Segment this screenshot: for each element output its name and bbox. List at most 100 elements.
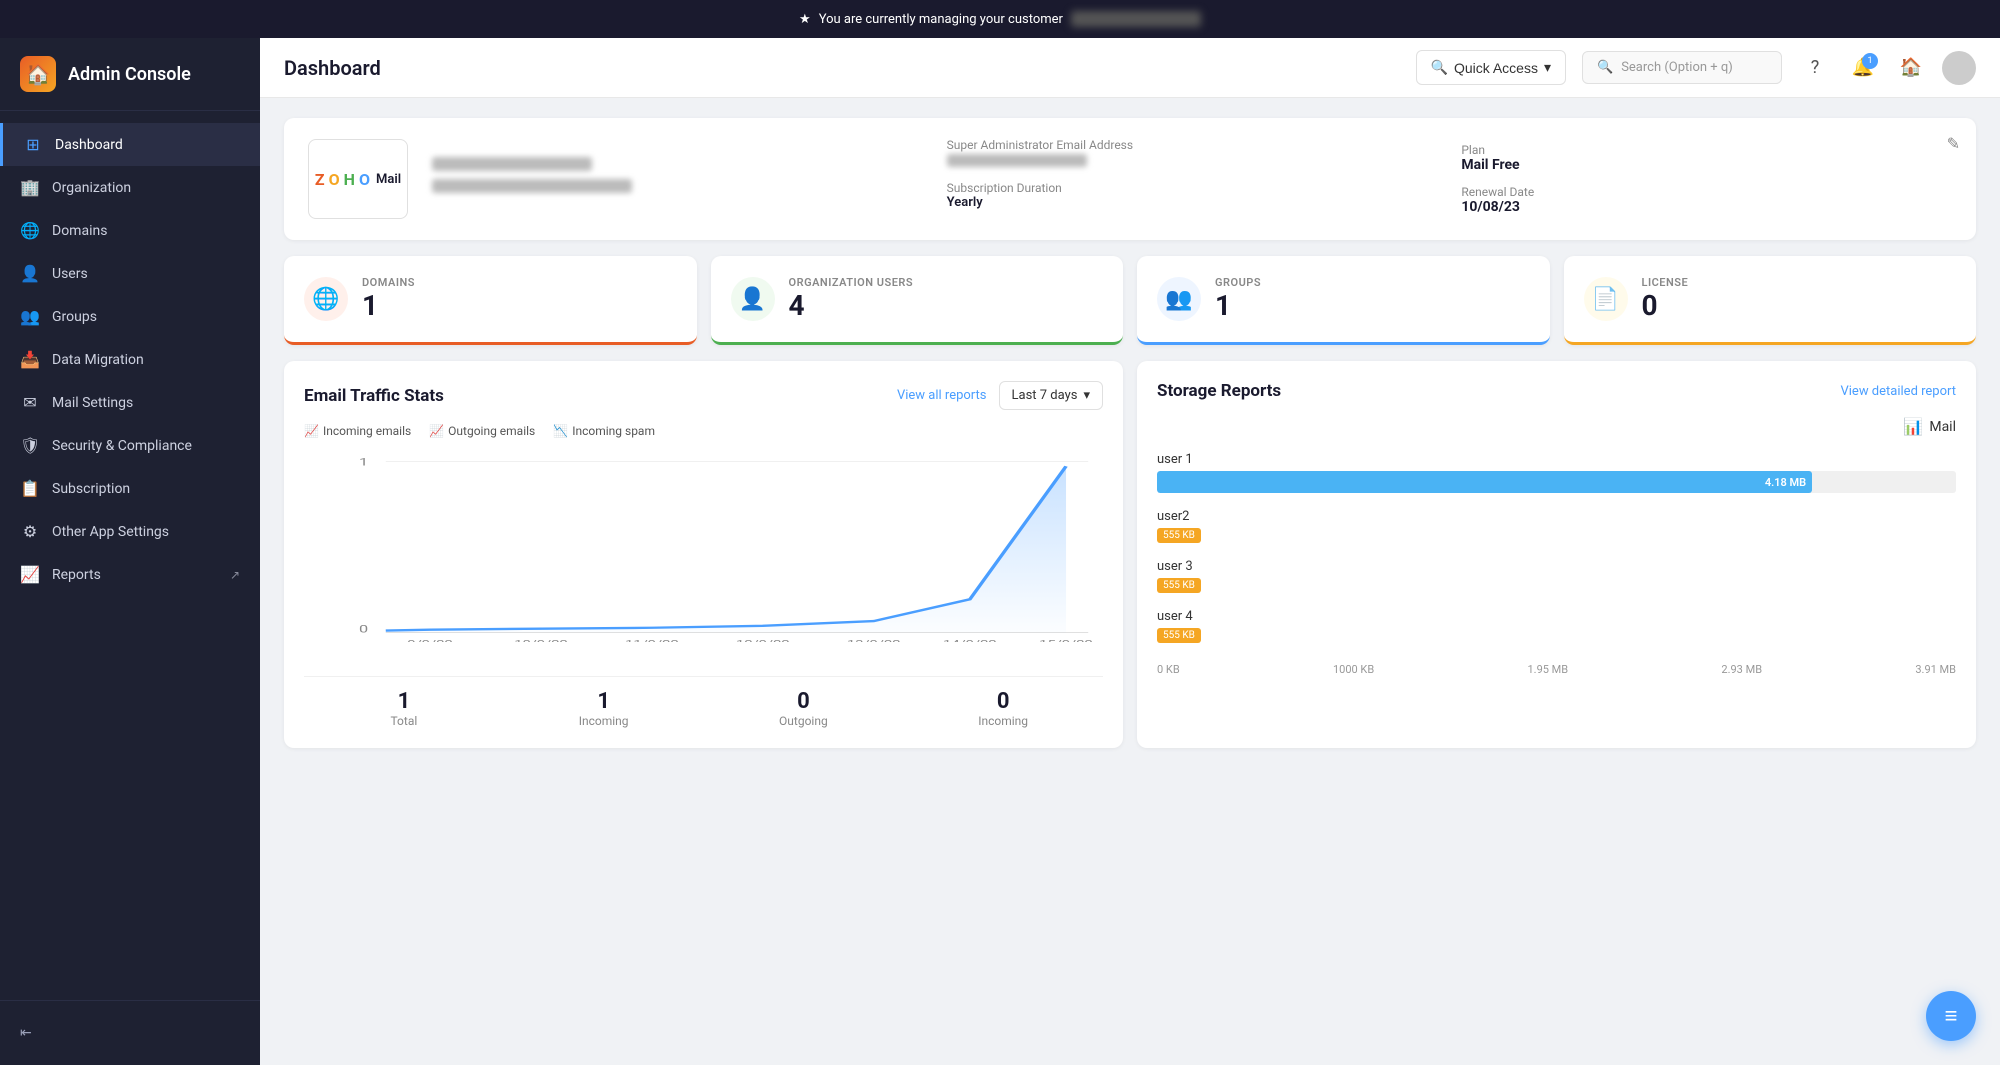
view-all-reports-link[interactable]: View all reports <box>897 388 987 403</box>
avatar[interactable] <box>1942 51 1976 85</box>
fab-button[interactable]: ≡ <box>1926 991 1976 1041</box>
stat-card-groups[interactable]: 👥 GROUPS 1 <box>1137 256 1550 345</box>
legend-incoming: 📈 Incoming emails <box>304 424 411 438</box>
reports-icon: 📈 <box>20 565 40 584</box>
sidebar-item-domains[interactable]: 🌐 Domains <box>0 209 260 252</box>
view-detail-link[interactable]: View detailed report <box>1840 384 1956 399</box>
license-value: 0 <box>1642 289 1689 322</box>
user-2-label: user2 <box>1157 509 1956 524</box>
search-box[interactable]: 🔍 Search (Option + q) <box>1582 51 1782 84</box>
sidebar-header: 🏠 Admin Console <box>0 38 260 111</box>
renewal-label: Renewal Date <box>1461 185 1952 199</box>
search-placeholder: Search (Option + q) <box>1621 60 1733 75</box>
period-label: Last 7 days <box>1012 388 1078 403</box>
search-icon: 🔍 <box>1597 60 1613 75</box>
svg-text:0: 0 <box>359 623 368 635</box>
home-icon: 🏠 <box>1900 57 1922 78</box>
svg-text:14/9/22: 14/9/22 <box>943 638 997 642</box>
domains-value: 1 <box>362 289 415 322</box>
sidebar-item-label: Security & Compliance <box>52 438 192 454</box>
user-3-label: user 3 <box>1157 559 1956 574</box>
svg-text:13/9/22: 13/9/22 <box>847 638 901 642</box>
stat-incoming: 1 Incoming <box>504 689 704 728</box>
stat-incoming-label: Incoming <box>504 714 704 728</box>
user-4-label: user 4 <box>1157 609 1956 624</box>
sidebar-item-users[interactable]: 👤 Users <box>0 252 260 295</box>
org-card: ZOHO Mail Super Administrator Email Addr… <box>284 118 1976 240</box>
svg-text:1: 1 <box>359 456 368 468</box>
sidebar-item-reports[interactable]: 📈 Reports ↗ <box>0 553 260 596</box>
domains-icon: 🌐 <box>20 221 40 240</box>
sidebar-item-dashboard[interactable]: ⊞ Dashboard <box>0 123 260 166</box>
chart-legend: 📈 Incoming emails 📈 Outgoing emails 📉 In… <box>304 424 1103 438</box>
sidebar-logo-icon: 🏠 <box>20 56 56 92</box>
org-logo: ZOHO Mail <box>308 139 408 219</box>
sidebar-item-label: Groups <box>52 309 97 325</box>
sidebar-item-other-app[interactable]: ⚙ Other App Settings <box>0 510 260 553</box>
sidebar-item-label: Data Migration <box>52 352 144 368</box>
sidebar-item-subscription[interactable]: 📋 Subscription <box>0 467 260 510</box>
sidebar-item-organization[interactable]: 🏢 Organization <box>0 166 260 209</box>
stat-card-license[interactable]: 📄 LICENSE 0 <box>1564 256 1977 345</box>
sidebar-title: Admin Console <box>68 64 191 85</box>
stats-row: 🌐 DOMAINS 1 👤 ORGANIZATION USERS 4 👥 <box>284 256 1976 345</box>
storage-x-axis: 0 KB 1000 KB 1.95 MB 2.93 MB 3.91 MB <box>1157 663 1956 676</box>
stat-card-domains[interactable]: 🌐 DOMAINS 1 <box>284 256 697 345</box>
period-selector[interactable]: Last 7 days ▾ <box>999 381 1104 410</box>
super-admin-email-blur <box>947 154 1087 167</box>
stat-total: 1 Total <box>304 689 504 728</box>
charts-row: Email Traffic Stats View all reports Las… <box>284 361 1976 748</box>
user-4-value: 555 KB <box>1157 628 1201 643</box>
chart-svg: 1 0 9/9/22 10/9/22 11/9/22 12/9/22 13/9/… <box>334 452 1103 642</box>
user-2-value: 555 KB <box>1157 528 1201 543</box>
main-header: Dashboard 🔍 Quick Access ▾ 🔍 Search (Opt… <box>260 38 2000 98</box>
stat-incoming-value: 1 <box>504 689 704 714</box>
collapse-button[interactable]: ⇤ <box>0 1013 260 1053</box>
users-label: ORGANIZATION USERS <box>789 276 914 289</box>
sidebar-item-label: Organization <box>52 180 131 196</box>
license-stat-icon: 📄 <box>1584 277 1628 321</box>
chevron-down-icon: ▾ <box>1083 388 1090 403</box>
sidebar-nav: ⊞ Dashboard 🏢 Organization 🌐 Domains 👤 U… <box>0 111 260 1000</box>
stat-total-value: 1 <box>304 689 504 714</box>
dashboard-content: ZOHO Mail Super Administrator Email Addr… <box>260 98 2000 1065</box>
org-name-blur <box>432 157 592 171</box>
sidebar-item-mail-settings[interactable]: ✉ Mail Settings <box>0 381 260 424</box>
quick-access-label: Quick Access <box>1454 60 1538 76</box>
sidebar-item-groups[interactable]: 👥 Groups <box>0 295 260 338</box>
help-button[interactable]: ? <box>1798 51 1832 85</box>
sidebar-item-label: Mail Settings <box>52 395 133 411</box>
storage-reports-card: Storage Reports View detailed report 📊 M… <box>1137 361 1976 748</box>
notification-badge: 1 <box>1862 53 1878 69</box>
chart-stats: 1 Total 1 Incoming 0 Outgoing 0 <box>304 676 1103 728</box>
collapse-icon: ⇤ <box>20 1025 32 1041</box>
groups-icon: 👥 <box>20 307 40 326</box>
sidebar-item-label: Domains <box>52 223 107 239</box>
stat-card-users[interactable]: 👤 ORGANIZATION USERS 4 <box>711 256 1124 345</box>
sidebar-item-security[interactable]: 🛡 Security & Compliance <box>0 424 260 467</box>
mail-label: Mail <box>1929 419 1956 435</box>
user-1-label: user 1 <box>1157 452 1956 467</box>
svg-text:9/9/22: 9/9/22 <box>407 638 452 642</box>
bar-chart-icon: 📊 <box>1903 417 1923 436</box>
organization-icon: 🏢 <box>20 178 40 197</box>
header-icons: ? 🔔 1 🏠 <box>1798 51 1976 85</box>
dashboard-icon: ⊞ <box>23 135 43 154</box>
storage-user-row-3: user 3 555 KB <box>1157 559 1956 593</box>
notifications-button[interactable]: 🔔 1 <box>1846 51 1880 85</box>
legend-spam: 📉 Incoming spam <box>553 424 655 438</box>
home-button[interactable]: 🏠 <box>1894 51 1928 85</box>
stat-outgoing-value: 0 <box>704 689 904 714</box>
sidebar-item-label: Other App Settings <box>52 524 169 540</box>
edit-button[interactable]: ✎ <box>1947 134 1960 153</box>
sidebar-item-data-migration[interactable]: 📥 Data Migration <box>0 338 260 381</box>
user-3-value: 555 KB <box>1157 578 1201 593</box>
quick-access-button[interactable]: 🔍 Quick Access ▾ <box>1416 50 1567 85</box>
top-banner: ★ You are currently managing your custom… <box>0 0 2000 38</box>
external-link-icon: ↗ <box>230 568 240 582</box>
plan-value: Mail Free <box>1461 157 1952 173</box>
svg-text:10/9/22: 10/9/22 <box>514 638 568 642</box>
line-chart: 1 0 9/9/22 10/9/22 11/9/22 12/9/22 13/9/… <box>304 452 1103 672</box>
other-app-icon: ⚙ <box>20 522 40 541</box>
super-admin-label: Super Administrator Email Address <box>947 138 1438 152</box>
